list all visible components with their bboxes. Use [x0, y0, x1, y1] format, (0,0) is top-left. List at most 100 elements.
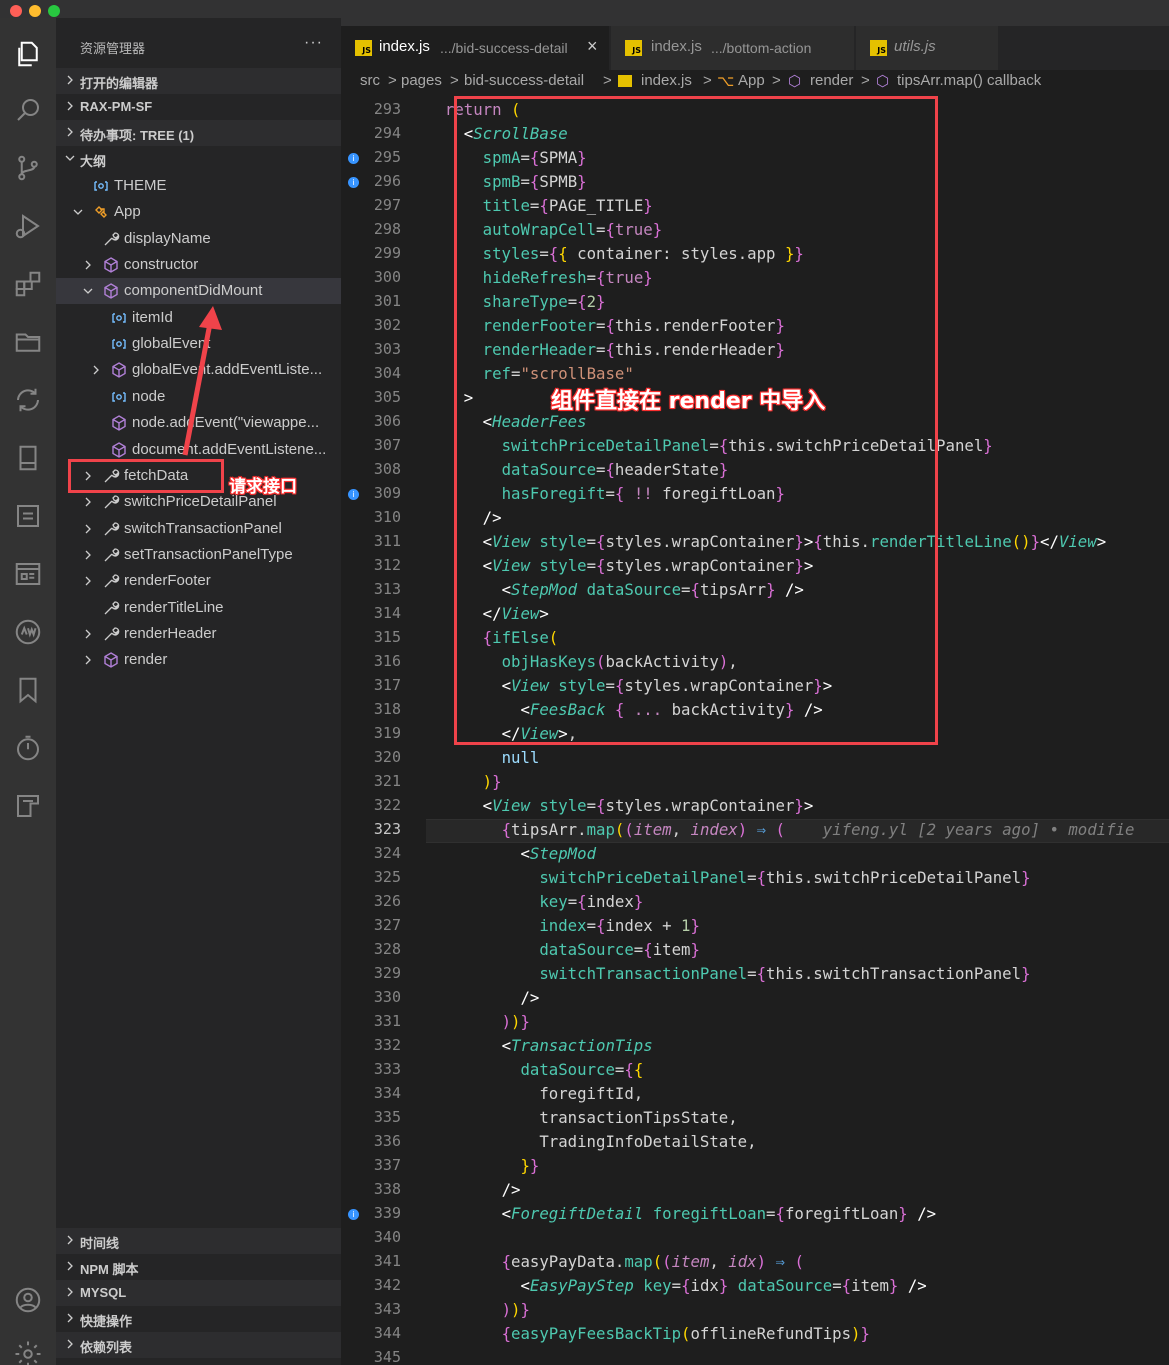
outline-item[interactable]: displayName: [56, 226, 341, 252]
chevron-right-icon[interactable]: [82, 469, 94, 483]
source-control-icon[interactable]: [10, 150, 46, 186]
breadcrumb-item[interactable]: index.js: [641, 72, 692, 89]
folder-icon[interactable]: [10, 324, 46, 360]
close-tab-icon[interactable]: ×: [587, 36, 598, 57]
info-icon[interactable]: i: [348, 489, 359, 500]
line-number: 302: [373, 316, 401, 334]
outline-item[interactable]: node.addEvent("viewappe...: [56, 410, 341, 436]
tab-utils[interactable]: JS utils.js: [856, 26, 999, 70]
outline-item[interactable]: switchPriceDetailPanel: [56, 489, 341, 515]
line-number: 315: [373, 628, 401, 646]
chevron-down-icon[interactable]: [82, 284, 94, 298]
breadcrumb-item[interactable]: App: [738, 72, 765, 89]
section-mysql[interactable]: MYSQL: [56, 1280, 341, 1306]
more-actions-icon[interactable]: ···: [304, 34, 323, 52]
minimize-window-button[interactable]: [29, 5, 41, 17]
outline-item[interactable]: App: [56, 199, 341, 225]
info-icon[interactable]: i: [348, 177, 359, 188]
maximize-window-button[interactable]: [48, 5, 60, 17]
layout-icon[interactable]: [10, 556, 46, 592]
line-number: 300: [373, 268, 401, 286]
search-icon[interactable]: [10, 92, 46, 128]
code-line: <TransactionTips: [501, 1036, 653, 1055]
outline-item[interactable]: globalEvent: [56, 331, 341, 357]
section-workspace[interactable]: RAX-PM-SF: [56, 94, 341, 120]
timer-icon[interactable]: [10, 730, 46, 766]
device-icon[interactable]: [10, 440, 46, 476]
outline-item[interactable]: render: [56, 647, 341, 673]
chevron-right-icon[interactable]: [82, 653, 94, 667]
outline-item-label: setTransactionPanelType: [124, 545, 293, 563]
account-icon[interactable]: [10, 1282, 46, 1318]
section-timeline[interactable]: 时间线: [56, 1228, 341, 1254]
chevron-right-icon[interactable]: [90, 363, 102, 377]
outline-item[interactable]: componentDidMount: [56, 278, 341, 305]
section-quick-actions[interactable]: 快捷操作: [56, 1306, 341, 1332]
chevron-right-icon[interactable]: [82, 548, 94, 562]
breadcrumb-item[interactable]: bid-success-detail: [464, 72, 584, 89]
code-line: dataSource={{: [520, 1060, 644, 1079]
method-icon: ⬡: [876, 73, 890, 90]
info-icon[interactable]: i: [348, 153, 359, 164]
outline-item[interactable]: itemId: [56, 305, 341, 331]
outline-item[interactable]: renderTitleLine: [56, 595, 341, 621]
outline-item[interactable]: node: [56, 384, 341, 410]
breadcrumb-item[interactable]: tipsArr.map() callback: [897, 72, 1041, 89]
explorer-icon[interactable]: [10, 36, 46, 72]
outline-item[interactable]: constructor: [56, 252, 341, 278]
chevron-right-icon[interactable]: [82, 522, 94, 536]
section-outline[interactable]: 大纲: [56, 146, 341, 172]
breadcrumb-item[interactable]: render: [810, 72, 853, 89]
class-icon: [92, 203, 110, 221]
outline-item[interactable]: renderFooter: [56, 568, 341, 594]
close-window-button[interactable]: [10, 5, 22, 17]
code-editor[interactable]: 293 294 295 i 296 i 297 298 299 300 301 302 303 304 30…: [341, 94, 1169, 1365]
chevron-right-icon[interactable]: [82, 574, 94, 588]
section-open-editors[interactable]: 打开的编辑器: [56, 68, 341, 94]
document-icon[interactable]: [10, 498, 46, 534]
chevron-right-icon: [64, 1311, 76, 1325]
property-icon: [102, 599, 120, 617]
outline-item[interactable]: renderHeader: [56, 621, 341, 647]
section-todo-tree[interactable]: 待办事项: TREE (1): [56, 120, 341, 146]
breadcrumb-item[interactable]: src: [360, 72, 380, 89]
chevron-down-icon[interactable]: [72, 205, 84, 219]
line-number: 326: [373, 892, 401, 910]
outline-item[interactable]: setTransactionPanelType: [56, 542, 341, 568]
outline-item[interactable]: globalEvent.addEventListe...: [56, 357, 341, 383]
code-line: index={index + 1}: [539, 916, 700, 935]
line-number: 308: [373, 460, 401, 478]
line-number: 333: [373, 1060, 401, 1078]
bookmark-icon[interactable]: [10, 672, 46, 708]
section-dependencies[interactable]: 依赖列表: [56, 1332, 341, 1358]
aw-icon[interactable]: [10, 614, 46, 650]
tab-index-bottom-action[interactable]: JS index.js .../bottom-action: [611, 26, 855, 70]
line-number: 330: [373, 988, 401, 1006]
frame-icon[interactable]: [10, 788, 46, 824]
chevron-right-icon[interactable]: [82, 495, 94, 509]
info-icon[interactable]: i: [348, 1209, 359, 1220]
code-line: dataSource={item}: [539, 940, 700, 959]
line-number: 313: [373, 580, 401, 598]
outline-item[interactable]: document.addEventListene...: [56, 437, 341, 463]
outline-item[interactable]: THEME: [56, 173, 341, 199]
outline-item[interactable]: fetchData: [56, 463, 341, 489]
chevron-right-icon[interactable]: [82, 258, 94, 272]
method-icon: [102, 256, 120, 274]
line-number: 317: [373, 676, 401, 694]
breadcrumb-item[interactable]: pages: [401, 72, 442, 89]
extensions-icon[interactable]: [10, 266, 46, 302]
line-number: 343: [373, 1300, 401, 1318]
remote-icon[interactable]: [10, 382, 46, 418]
outline-item-label: node.addEvent("viewappe...: [132, 414, 320, 432]
outline-item-label: fetchData: [124, 466, 189, 484]
tab-index-bid-success-detail[interactable]: JS index.js .../bid-success-detail ×: [341, 26, 610, 70]
run-debug-icon[interactable]: [10, 208, 46, 244]
settings-gear-icon[interactable]: [10, 1336, 46, 1365]
chevron-down-icon: [64, 151, 76, 165]
chevron-right-icon[interactable]: [82, 627, 94, 641]
code-line: TradingInfoDetailState,: [426, 1132, 757, 1151]
outline-item[interactable]: switchTransactionPanel: [56, 516, 341, 542]
line-number: 310: [373, 508, 401, 526]
section-npm-scripts[interactable]: NPM 脚本: [56, 1254, 341, 1280]
